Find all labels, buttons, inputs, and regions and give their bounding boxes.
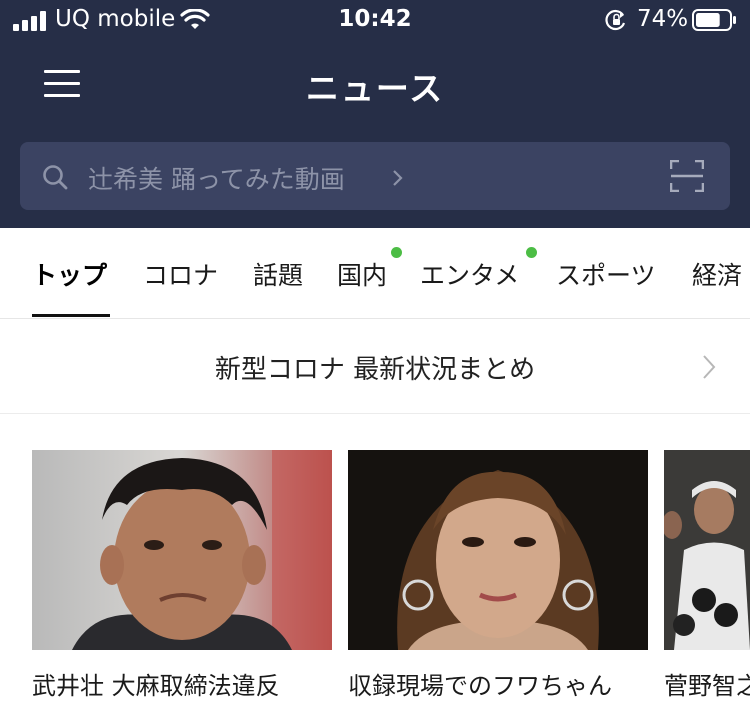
- tab-topics[interactable]: 話題: [253, 256, 303, 292]
- tab-sports[interactable]: スポーツ: [556, 256, 656, 292]
- search-input[interactable]: 辻希美 踊ってみた動画: [88, 160, 345, 196]
- article-thumbnail: [32, 450, 332, 650]
- corona-summary-banner[interactable]: 新型コロナ 最新状況まとめ: [0, 319, 750, 414]
- chevron-right-icon: [703, 355, 716, 379]
- banner-title: 新型コロナ 最新状況まとめ: [214, 355, 536, 385]
- rotation-lock-icon: [605, 9, 626, 31]
- person-photo: [348, 450, 648, 650]
- app-header: UQ mobile 10:42 74% ニュース 辻希美 踊ってみた動画: [0, 0, 750, 228]
- battery-icon: [692, 9, 736, 31]
- search-bar[interactable]: 辻希美 踊ってみた動画: [20, 142, 730, 210]
- article-thumbnail: [348, 450, 648, 650]
- tab-top[interactable]: トップ: [32, 256, 107, 292]
- category-tabs: トップ コロナ 話題 国内 エンタメ スポーツ 経済: [0, 228, 750, 319]
- tab-economy[interactable]: 経済: [692, 256, 742, 292]
- scan-icon[interactable]: [670, 160, 704, 192]
- tab-domestic[interactable]: 国内: [337, 256, 387, 292]
- notification-dot: [526, 247, 537, 258]
- article-title: 菅野智之: [664, 672, 750, 700]
- person-photo: [32, 450, 332, 650]
- battery-percent: 74%: [637, 6, 689, 32]
- press-conference-photo: [664, 450, 750, 650]
- tab-entertainment[interactable]: エンタメ: [420, 256, 519, 292]
- status-bar: UQ mobile 10:42 74%: [0, 0, 750, 42]
- article-thumbnail: [664, 450, 750, 650]
- page-title: ニュース: [305, 69, 445, 108]
- chevron-right-icon: [393, 170, 403, 186]
- active-tab-indicator: [32, 314, 110, 317]
- notification-dot: [391, 247, 402, 258]
- article-title: 武井壮 大麻取締法違反: [32, 672, 280, 700]
- tab-corona[interactable]: コロナ: [143, 256, 218, 292]
- search-icon: [43, 165, 68, 190]
- article-title: 収録現場でのフワちゃん: [348, 672, 612, 700]
